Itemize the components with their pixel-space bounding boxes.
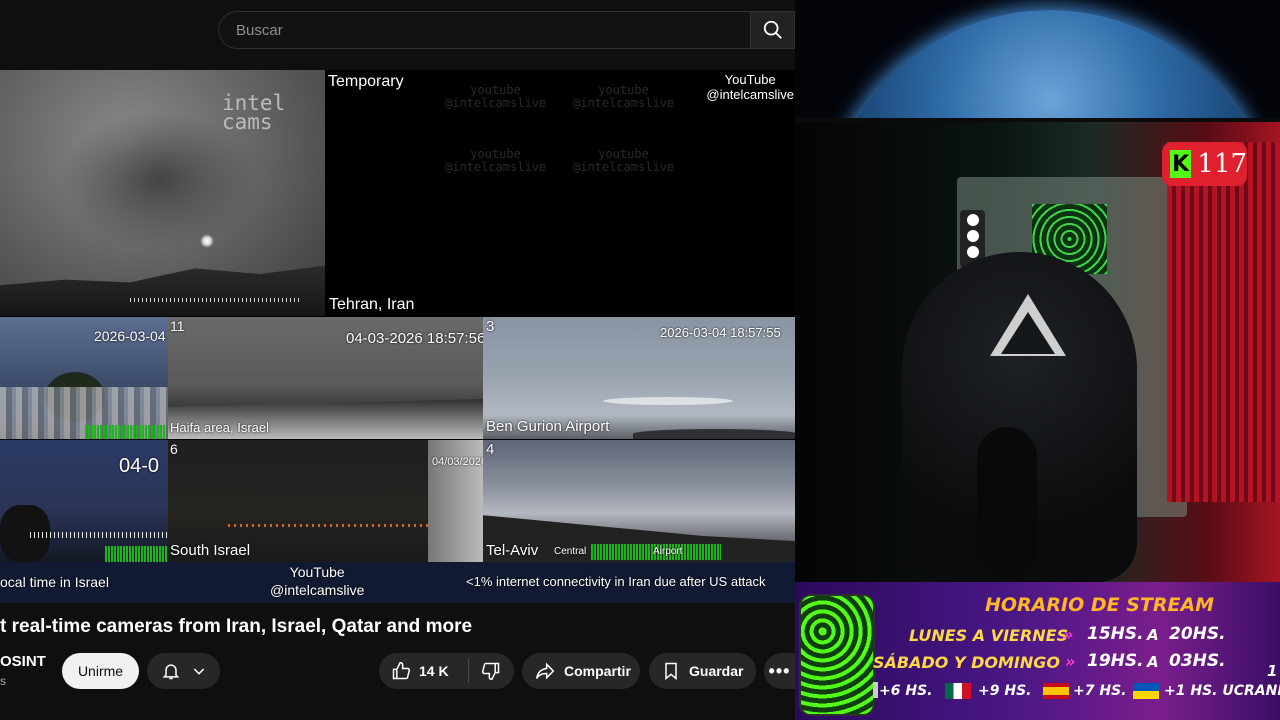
camera-feed-haifa: 11 04-03-2026 18:57:56 Haifa area, Israe… bbox=[168, 317, 483, 439]
watermark: youtube @intelcamslive bbox=[573, 147, 675, 174]
tz-2: +9 HS. bbox=[978, 683, 1032, 699]
flag-mexico-icon bbox=[945, 683, 971, 699]
cam-timestamp: 2026-03-04 bbox=[94, 328, 166, 344]
camera-feed-ben-gurion: 3 2026-03-04 18:57:55 Ben Gurion Airport bbox=[483, 317, 798, 439]
cam-timestamp: 04-0 bbox=[119, 455, 160, 477]
video-title: t real-time cameras from Iran, Israel, Q… bbox=[0, 616, 473, 637]
schedule-row1-to: 20HS. bbox=[1169, 624, 1226, 644]
schedule-row2-from: 19HS. bbox=[1087, 651, 1144, 671]
youtube-handle: YouTube @intelcamslive bbox=[706, 72, 794, 102]
streamer-camera bbox=[807, 122, 1280, 582]
kick-logo-icon: K bbox=[1170, 150, 1192, 178]
cam-number: 6 bbox=[170, 441, 178, 457]
bookmark-icon bbox=[665, 662, 677, 681]
watermark: youtube @intelcamslive bbox=[445, 147, 547, 174]
save-button[interactable]: Guardar bbox=[649, 653, 756, 689]
bright-flash bbox=[200, 234, 214, 248]
footer-youtube-handle: YouTube @intelcamslive bbox=[270, 564, 365, 598]
search-input[interactable] bbox=[234, 21, 718, 40]
channel-subtitle: s bbox=[0, 674, 6, 688]
cam-number: 3 bbox=[486, 318, 495, 335]
flag-icon bbox=[873, 682, 878, 698]
more-icon: ••• bbox=[768, 660, 791, 681]
notifications-button[interactable] bbox=[147, 653, 220, 689]
cam-location-label: Haifa area, Israel bbox=[170, 420, 269, 435]
cam-sublabel: Central bbox=[554, 546, 587, 557]
search-button[interactable] bbox=[750, 11, 795, 49]
schedule-row1-from: 15HS. bbox=[1087, 624, 1144, 644]
tz-4: +1 HS. UCRANIA bbox=[1164, 683, 1280, 699]
cam-sublabel: Airport bbox=[653, 546, 683, 557]
acoustic-panel bbox=[1167, 142, 1280, 502]
search-box[interactable] bbox=[218, 11, 751, 49]
viewer-count: 117 bbox=[1197, 149, 1247, 179]
tz-1: +6 HS. bbox=[879, 683, 933, 699]
share-label: Compartir bbox=[564, 663, 631, 679]
more-actions-button[interactable]: ••• bbox=[764, 653, 795, 689]
footer-right-text: <1% internet connectivity in Iran due af… bbox=[466, 574, 766, 589]
camera-feed-b: 04-0 bbox=[0, 440, 168, 562]
microphone bbox=[977, 427, 1037, 577]
schedule-row1-a: A bbox=[1147, 626, 1159, 644]
watermark: youtube @intelcamslive bbox=[573, 83, 675, 110]
schedule-edge-digit: 1 bbox=[1267, 662, 1278, 680]
flag-spain-icon bbox=[1043, 683, 1069, 699]
camera-feed-top-left: intel cams bbox=[0, 70, 325, 316]
video-player[interactable]: intel cams Temporary Tehran, Iran YouTub… bbox=[0, 70, 798, 603]
kick-cup-icon bbox=[799, 594, 875, 716]
cam-timestamp: 04/03/2026 18 bbox=[432, 456, 483, 468]
share-icon bbox=[535, 662, 555, 680]
save-label: Guardar bbox=[689, 663, 744, 679]
cam-location-label: Tel-Aviv bbox=[486, 542, 539, 559]
cam-header-label: Temporary bbox=[328, 73, 404, 90]
earth-globe bbox=[825, 10, 1275, 122]
cam-number: 4 bbox=[486, 441, 495, 458]
chevron-down-icon bbox=[193, 668, 204, 675]
cam-timestamp: 04-03-2026 18:57:56 bbox=[346, 330, 483, 347]
camera-feed-a: 2026-03-04 bbox=[0, 317, 168, 439]
stream-overlay-panel: K 117 HORARIO DE STREAM LUNES A VIERNES … bbox=[795, 0, 1280, 720]
dislike-button[interactable] bbox=[468, 661, 514, 681]
search-icon bbox=[763, 20, 782, 39]
kick-viewer-badge: K 117 bbox=[1162, 142, 1247, 186]
thumbs-down-icon bbox=[482, 662, 500, 681]
schedule-row1-days: LUNES A VIERNES bbox=[909, 626, 1069, 645]
cam-timestamp: 2026-03-04 18:57:55 bbox=[660, 325, 781, 340]
cam-location-label: South Israel bbox=[170, 542, 251, 559]
camera-feed-tel-aviv: 4 Tel-Aviv Central Airport bbox=[483, 440, 798, 562]
watermark: youtube @intelcamslive bbox=[445, 83, 547, 110]
flag-ukraine-icon bbox=[1133, 683, 1159, 699]
arrows-icon: » bbox=[1063, 625, 1074, 644]
like-button[interactable]: 14 K bbox=[379, 661, 468, 681]
thumbs-up-icon bbox=[392, 661, 411, 680]
camera-feed-tehran: Temporary Tehran, Iran YouTube @intelcams… bbox=[325, 70, 798, 316]
tz-3: +7 HS. bbox=[1073, 683, 1127, 699]
cam-location-label: Ben Gurion Airport bbox=[486, 418, 610, 435]
triangle-mask-inner bbox=[1001, 312, 1055, 354]
schedule-row2-to: 03HS. bbox=[1169, 651, 1226, 671]
planet-banner bbox=[795, 0, 1280, 122]
video-footer-strip: ocal time in Israel YouTube @intelcamsliv… bbox=[0, 562, 798, 603]
intelcams-logo: intel cams bbox=[222, 91, 286, 134]
bell-icon bbox=[162, 664, 179, 680]
schedule-title: HORARIO DE STREAM bbox=[985, 594, 1215, 616]
like-count: 14 K bbox=[419, 663, 449, 679]
camera-feed-south-israel: 6 04/03/2026 18 South Israel bbox=[168, 440, 483, 562]
share-button[interactable]: Compartir bbox=[522, 653, 640, 689]
footer-left-text: ocal time in Israel bbox=[0, 574, 109, 590]
schedule-row2-days: SÁBADO Y DOMINGO bbox=[873, 653, 1060, 672]
cam-number: 11 bbox=[170, 318, 185, 334]
cam-location-label: Tehran, Iran bbox=[329, 296, 415, 313]
channel-name[interactable]: OSINT bbox=[0, 653, 46, 670]
subscribe-button[interactable]: Unirme bbox=[62, 653, 139, 689]
like-dislike-group: 14 K bbox=[379, 653, 514, 689]
schedule-banner: HORARIO DE STREAM LUNES A VIERNES » 15HS… bbox=[795, 582, 1280, 720]
schedule-row2-a: A bbox=[1147, 653, 1159, 671]
arrows-icon: » bbox=[1065, 652, 1076, 671]
